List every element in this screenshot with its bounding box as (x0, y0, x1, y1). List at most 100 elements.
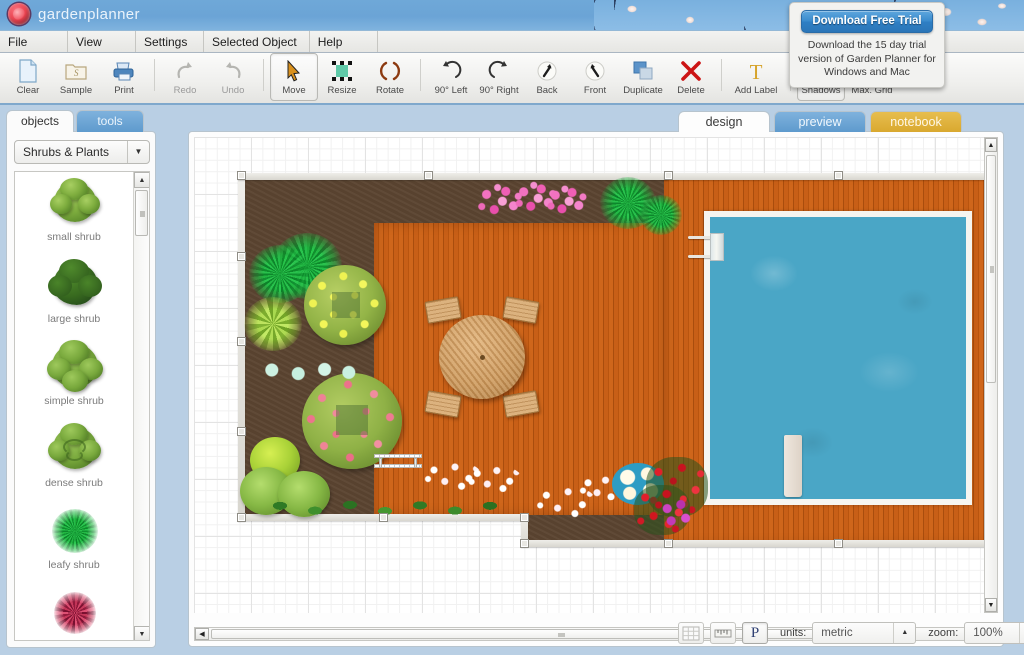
scroll-up-icon[interactable]: ▲ (134, 172, 149, 188)
scroll-left-icon[interactable]: ◀ (195, 628, 209, 640)
selection-handle[interactable] (834, 171, 843, 180)
object-item-leafy-shrub[interactable]: leafy shrub (15, 500, 133, 582)
scroll-down-icon[interactable]: ▼ (985, 598, 997, 612)
download-free-trial-button[interactable]: Download Free Trial (801, 10, 933, 33)
toolbar-button-resize[interactable]: Resize (318, 53, 366, 101)
toolbar-label-clear: Clear (16, 85, 40, 96)
toolbar-button-rotate-right[interactable]: 90° Right (475, 53, 523, 101)
toolbar-button-rotate-left[interactable]: 90° Left (427, 53, 475, 101)
plant-agave[interactable] (244, 297, 302, 351)
object-item-simple-shrub[interactable]: simple shrub (15, 336, 133, 418)
menu-item-help[interactable]: Help (310, 31, 378, 52)
menu-item-settings[interactable]: Settings (136, 31, 204, 52)
toolbar-button-print[interactable]: Print (100, 53, 148, 101)
wall-top-right[interactable] (664, 173, 984, 180)
toolbar-separator (420, 59, 421, 91)
selection-handle[interactable] (834, 539, 843, 548)
toolbar-label-move: Move (282, 85, 306, 96)
sidebar-scrollbar[interactable]: ▲ ▼ (133, 172, 149, 640)
toolbar-label-front: Front (583, 85, 607, 96)
pool-ladder[interactable] (688, 233, 732, 263)
swimming-pool[interactable] (710, 217, 966, 499)
tab-design[interactable]: design (678, 111, 770, 132)
scroll-up-icon[interactable]: ▲ (985, 138, 997, 152)
selection-handle[interactable] (664, 171, 673, 180)
toolbar-label-rotate-right: 90° Right (479, 85, 519, 96)
plant-white-flowers[interactable] (466, 465, 522, 493)
garden-bench[interactable] (374, 453, 422, 475)
toolbar-button-redo[interactable]: Redo (161, 53, 209, 101)
selection-handle[interactable] (520, 539, 529, 548)
zoom-value: 100% (973, 627, 1003, 639)
plant-pink-flowers[interactable] (546, 185, 588, 219)
selection-handle[interactable] (237, 252, 246, 261)
sidebar-scrollbar-thumb[interactable] (135, 190, 148, 236)
toolbar-button-back[interactable]: Back (523, 53, 571, 101)
menu-item-selected-object[interactable]: Selected Object (204, 31, 310, 52)
object-label: leafy shrub (48, 559, 100, 571)
sidebar-tab-objects[interactable]: objects (6, 110, 74, 132)
units-label: units: (780, 627, 807, 639)
zoom-dropdown[interactable]: 100% ▲ (964, 622, 1024, 644)
units-dropdown[interactable]: metric ▲ (812, 622, 917, 644)
selection-handle[interactable] (237, 171, 246, 180)
plant-mint-groundcover[interactable] (252, 355, 362, 385)
diving-board[interactable] (784, 435, 802, 497)
patio-table[interactable] (439, 315, 525, 399)
grid-icon[interactable] (678, 622, 704, 644)
object-label: large shrub (47, 313, 101, 325)
dense-shrub-thumbnail (46, 423, 102, 476)
toolbar-label-redo: Redo (173, 85, 197, 96)
toolbar-button-clear[interactable]: Clear (4, 53, 52, 101)
toolbar-label-rotate-left: 90° Left (434, 85, 468, 96)
menu-item-view[interactable]: View (68, 31, 136, 52)
category-dropdown[interactable]: Shrubs & Plants ▼ (14, 140, 150, 164)
canvas-vertical-scrollbar[interactable]: ▲ ▼ (984, 137, 998, 613)
toolbar-button-duplicate[interactable]: Duplicate (619, 53, 667, 101)
wall-top[interactable] (238, 173, 668, 180)
toolbar-button-sample[interactable]: S Sample (52, 53, 100, 101)
design-canvas[interactable] (194, 137, 984, 613)
toolbar-separator (721, 59, 722, 91)
small-shrub-thumbnail (46, 178, 102, 230)
design-canvas-panel: ◀ ▶ ▲ ▼ (188, 131, 1004, 647)
selection-handle[interactable] (424, 171, 433, 180)
canvas-vscroll-thumb[interactable] (986, 155, 996, 383)
plant-leafy-shrub[interactable] (249, 245, 311, 303)
tab-preview[interactable]: preview (774, 111, 866, 132)
rotate-icon (379, 58, 401, 84)
toolbar-button-rotate[interactable]: Rotate (366, 53, 414, 101)
object-item-large-shrub[interactable]: large shrub (15, 254, 133, 336)
letter-p-icon[interactable]: P (742, 622, 768, 644)
object-item-small-shrub[interactable]: small shrub (15, 172, 133, 254)
toolbar-separator (263, 59, 264, 91)
tab-notebook[interactable]: notebook (870, 111, 962, 132)
scroll-down-icon[interactable]: ▼ (134, 626, 149, 640)
selection-handle[interactable] (237, 337, 246, 346)
design-view-tabs: design preview notebook (678, 111, 962, 132)
plant-magenta-flowers[interactable] (656, 495, 696, 529)
selection-handle[interactable] (237, 427, 246, 436)
selection-handle[interactable] (664, 539, 673, 548)
flower-icon (8, 3, 30, 25)
toolbar-button-front[interactable]: Front (571, 53, 619, 101)
menu-item-file[interactable]: File (0, 31, 68, 52)
sidebar-tabs: objects tools (6, 110, 144, 132)
toolbar-label-print: Print (114, 85, 134, 96)
toolbar-button-add-label[interactable]: T Add Label (728, 53, 784, 101)
toolbar-button-undo[interactable]: Undo (209, 53, 257, 101)
selection-handle[interactable] (379, 513, 388, 522)
sidebar-tab-tools[interactable]: tools (76, 110, 144, 132)
selection-handle[interactable] (237, 513, 246, 522)
rotate-right-icon (488, 58, 510, 84)
toolbar-button-move[interactable]: Move (270, 53, 318, 101)
object-item-dense-shrub[interactable]: dense shrub (15, 418, 133, 500)
toolbar-label-add-label: Add Label (734, 85, 778, 96)
selection-handle[interactable] (520, 513, 529, 522)
ruler-icon[interactable] (710, 622, 736, 644)
wall-left[interactable] (238, 173, 245, 521)
object-item-red-shrub[interactable]: red shrub (15, 582, 133, 640)
wall-bottom-right[interactable] (521, 540, 984, 547)
toolbar-button-delete[interactable]: Delete (667, 53, 715, 101)
plant-purple-flower[interactable] (640, 195, 682, 235)
